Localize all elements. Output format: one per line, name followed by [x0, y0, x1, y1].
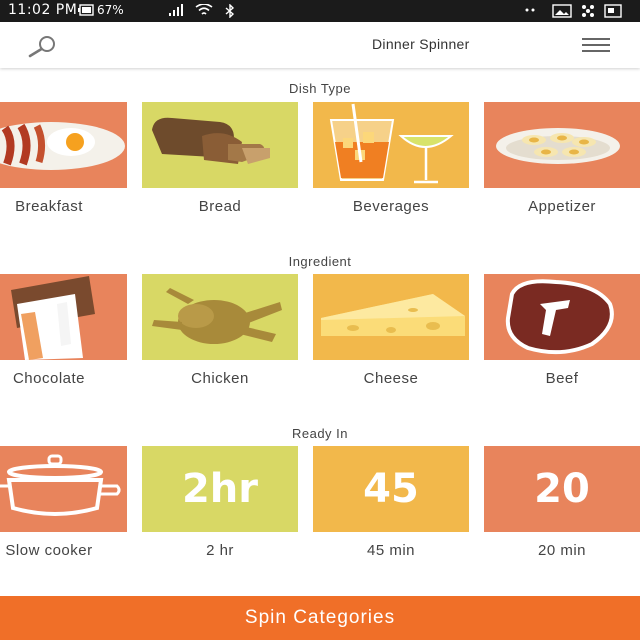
tile-label: 20 min: [537, 542, 587, 559]
tile-label: Chicken: [191, 370, 249, 387]
beverages-icon: [313, 102, 469, 188]
dots-icon: [524, 4, 538, 20]
tile-bread[interactable]: Bread: [142, 102, 298, 215]
number-20-icon: 20: [484, 446, 640, 532]
photo-icon: [552, 4, 572, 22]
app-bar: Dinner Spinner: [0, 22, 640, 68]
chocolate-icon: [0, 274, 127, 360]
ingredient-row: Beef Cheese Chicken Chocolate: [0, 274, 640, 414]
ready-in-row: 20 20 min 45 45 min 2hr 2 hr Slow cooker: [0, 446, 640, 586]
battery-icon: [78, 4, 94, 20]
tile-45-min[interactable]: 45 45 min: [313, 446, 469, 559]
big-number: 2hr: [181, 466, 259, 512]
big-number: 20: [534, 466, 590, 512]
pinwheel-icon: [580, 4, 596, 22]
tile-slow-cooker[interactable]: Slow cooker: [0, 446, 127, 559]
big-number: 45: [363, 466, 419, 512]
tile-2-hr[interactable]: 2hr 2 hr: [142, 446, 298, 559]
signal-icon: [168, 4, 186, 21]
tile-label: Breakfast: [15, 198, 83, 215]
tile-label: Beverages: [352, 198, 430, 215]
tile-appetizer[interactable]: Appetizer: [484, 102, 640, 215]
tile-label: Chocolate: [12, 370, 86, 387]
chicken-icon: [142, 274, 298, 360]
slow-cooker-icon: [0, 446, 127, 532]
section-heading-dish-type: Dish Type: [288, 81, 352, 96]
number-2hr-icon: 2hr: [142, 446, 298, 532]
section-heading-ready-in: Ready In: [291, 426, 349, 441]
tile-label: Bread: [198, 198, 242, 215]
section-heading-ingredient: Ingredient: [288, 254, 352, 269]
tile-label: 45 min: [366, 542, 416, 559]
status-time: 11:02 PM: [8, 2, 78, 18]
status-bar: 11:02 PM 67%: [0, 0, 640, 22]
tile-breakfast[interactable]: Breakfast: [0, 102, 127, 215]
screenshot-icon: [604, 4, 622, 22]
breakfast-icon: [0, 102, 127, 188]
tile-chicken[interactable]: Chicken: [142, 274, 298, 387]
beef-icon: [484, 274, 640, 360]
tile-beverages[interactable]: Beverages: [313, 102, 469, 215]
number-45-icon: 45: [313, 446, 469, 532]
spin-categories-button[interactable]: Spin Categories: [0, 596, 640, 640]
menu-icon[interactable]: [582, 38, 610, 52]
appetizer-icon: [484, 102, 640, 188]
cheese-icon: [313, 274, 469, 360]
tile-label: Cheese: [363, 370, 419, 387]
tile-label: Slow cooker: [5, 542, 93, 559]
tile-label: Beef: [545, 370, 579, 387]
tile-cheese[interactable]: Cheese: [313, 274, 469, 387]
wifi-icon: [194, 3, 214, 22]
bluetooth-icon: [224, 3, 236, 22]
battery-percent: 67%: [97, 3, 124, 17]
tile-20-min[interactable]: 20 20 min: [484, 446, 640, 559]
tile-label: 2 hr: [206, 542, 234, 559]
tile-label: Appetizer: [528, 198, 596, 215]
app-title: Dinner Spinner: [372, 36, 470, 52]
search-icon[interactable]: [26, 34, 62, 58]
tile-chocolate[interactable]: Chocolate: [0, 274, 127, 387]
bread-icon: [142, 102, 298, 188]
tile-beef[interactable]: Beef: [484, 274, 640, 387]
dish-type-row: Appetizer Beverages Bread Breakfast: [0, 102, 640, 242]
